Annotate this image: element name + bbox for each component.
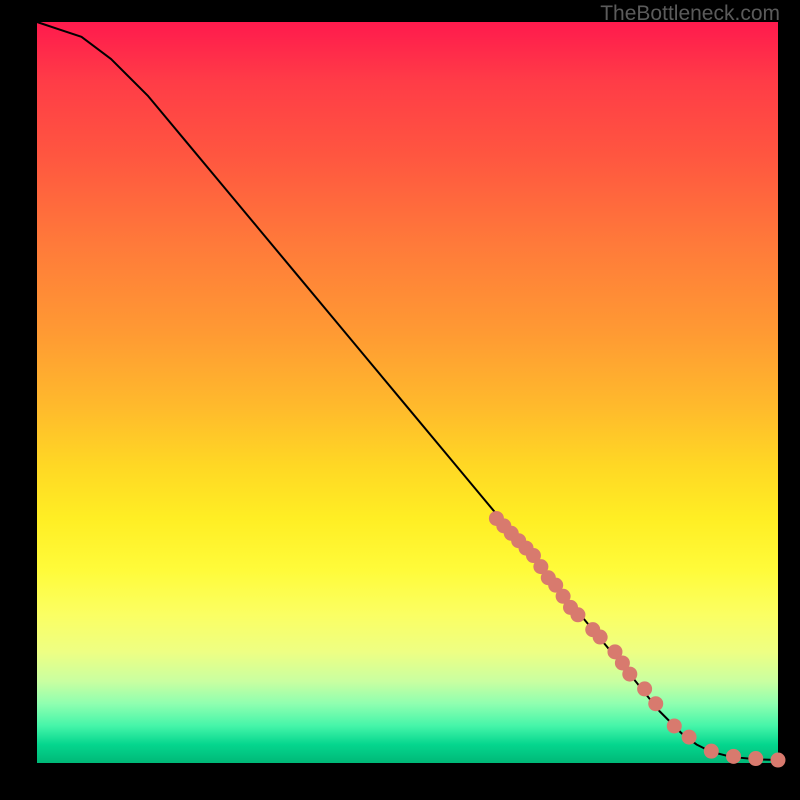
data-marker xyxy=(637,681,652,696)
chart-frame: TheBottleneck.com xyxy=(0,0,800,800)
data-marker xyxy=(667,718,682,733)
data-marker xyxy=(726,749,741,764)
marker-group xyxy=(489,511,786,768)
chart-svg xyxy=(37,22,778,763)
data-marker xyxy=(771,753,786,768)
curve-line xyxy=(37,22,778,760)
data-marker xyxy=(648,696,663,711)
data-marker xyxy=(593,630,608,645)
data-marker xyxy=(704,744,719,759)
data-marker xyxy=(622,667,637,682)
data-marker xyxy=(682,730,697,745)
data-marker xyxy=(570,607,585,622)
data-marker xyxy=(748,751,763,766)
